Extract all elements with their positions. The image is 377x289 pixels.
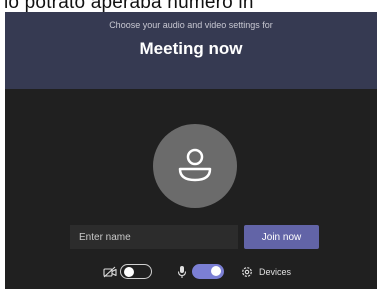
header-subtitle: Choose your audio and video settings for — [109, 20, 273, 30]
microphone-toggle[interactable] — [192, 264, 224, 279]
avatar — [153, 124, 237, 208]
camera-toggle[interactable] — [120, 264, 152, 279]
name-input[interactable] — [70, 225, 238, 249]
microphone-toggle-knob — [211, 266, 221, 276]
meeting-title: Meeting now — [139, 39, 243, 58]
person-icon — [178, 148, 212, 182]
video-preview: Join now Devices — [5, 89, 377, 289]
camera-toggle-knob — [124, 266, 134, 277]
join-now-button[interactable]: Join now — [244, 225, 319, 249]
devices-button[interactable]: Devices — [241, 264, 291, 280]
camera-off-icon — [103, 266, 117, 278]
meeting-header: Choose your audio and video settings for… — [5, 12, 377, 89]
microphone-icon — [177, 266, 187, 278]
devices-label: Devices — [259, 267, 292, 277]
device-controls: Devices — [5, 264, 377, 284]
gear-icon — [242, 267, 252, 277]
